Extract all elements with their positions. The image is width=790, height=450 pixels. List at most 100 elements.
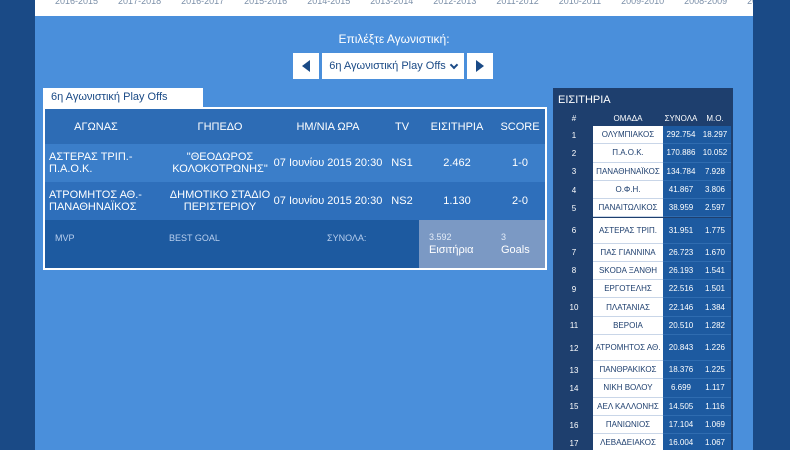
ticket-rank: 14 xyxy=(555,379,593,398)
ticket-avg: 7.928 xyxy=(699,162,731,181)
ticket-row: 13 ΠΑΝΘΡΑΚΙΚΟΣ 18.376 1.225 xyxy=(555,361,731,380)
match-score: 1-0 xyxy=(512,157,528,169)
season-link[interactable]: 2016-2017 xyxy=(181,0,224,6)
ticket-row: 14 ΝΙΚΗ ΒΟΛΟΥ 6.699 1.117 xyxy=(555,379,731,398)
ticket-rank: 4 xyxy=(555,180,593,200)
ticket-rank: 7 xyxy=(555,243,593,262)
next-round-button[interactable] xyxy=(467,53,493,79)
ticket-row: 9 ΕΡΓΟΤΕΛΗΣ 22.516 1.501 xyxy=(555,280,731,299)
ticket-team: ΑΣΤΕΡΑΣ ΤΡΙΠ. xyxy=(593,217,663,244)
ticket-rank: 12 xyxy=(555,335,593,361)
mvp-label: MVP xyxy=(55,233,75,243)
round-tab[interactable]: 6η Αγωνιστική Play Offs xyxy=(43,88,203,107)
ticket-avg: 1.225 xyxy=(699,361,731,380)
match-datetime: 07 Ιουνίου 2015 20:30 xyxy=(273,195,383,207)
round-dropdown[interactable]: 6η Αγωνιστική Play Offs xyxy=(322,53,464,79)
matches-footer-row: MVP BEST GOAL ΣΥΝΟΛΑ: 3.592 Εισιτήρια 3 … xyxy=(45,220,545,268)
ticket-avg: 1.067 xyxy=(699,434,731,450)
season-link[interactable]: 2012-2013 xyxy=(433,0,476,6)
ticket-total: 17.104 xyxy=(663,415,699,435)
ticket-team: ΠΑΝΘΡΑΚΙΚΟΣ xyxy=(593,361,663,380)
ticket-rank: 5 xyxy=(555,199,593,218)
ticket-row: 16 ΠΑΝΙΩΝΙΟΣ 17.104 1.069 xyxy=(555,415,731,435)
ticket-rank: 10 xyxy=(555,298,593,317)
ticket-total: 16.004 xyxy=(663,434,699,450)
arrow-left-icon xyxy=(302,60,310,72)
ticket-team: ΕΡΓΟΤΕΛΗΣ xyxy=(593,280,663,299)
tickets-table: ΕΙΣΙΤΗΡΙΑ # ΟΜΑΔΑ ΣΥΝΟΛΑ Μ.Ο. 1 ΟΛΥΜΠΙΑΚΟ… xyxy=(553,88,733,450)
ticket-total: 6.699 xyxy=(663,379,699,398)
season-links: 2016-2015 2017-2018 2016-2017 2015-2016 … xyxy=(35,0,753,6)
ticket-team: ΟΛΥΜΠΙΑΚΟΣ xyxy=(593,126,663,145)
ticket-row: 11 ΒΕΡΟΙΑ 20.510 1.282 xyxy=(555,316,731,335)
match-row[interactable]: ΑΣΤΕΡΑΣ ΤΡΙΠ.- Π.Α.Ο.Κ. "ΘΕΟΔΩΡΟΣ ΚΟΛΟΚΟ… xyxy=(45,144,545,182)
header-tv: TV xyxy=(394,120,410,133)
ticket-team: Π.Α.Ο.Κ. xyxy=(593,144,663,163)
season-link[interactable]: 2009-2010 xyxy=(621,0,664,6)
ticket-rank: 17 xyxy=(555,434,593,450)
prev-round-button[interactable] xyxy=(293,53,319,79)
ticket-rank: 3 xyxy=(555,162,593,181)
best-goal-label: BEST GOAL xyxy=(169,233,220,243)
ticket-total: 26.193 xyxy=(663,261,699,281)
ticket-total: 41.867 xyxy=(663,180,699,200)
header-team: ΟΜΑΔΑ xyxy=(613,113,643,123)
season-link[interactable]: 2007-2008 xyxy=(747,0,753,6)
ticket-avg: 10.052 xyxy=(699,144,731,163)
season-link[interactable]: 2015-2016 xyxy=(244,0,287,6)
ticket-team: ΠΑΝΑΙΤΩΛΙΚΟΣ xyxy=(593,199,663,218)
match-score: 2-0 xyxy=(512,195,528,207)
ticket-avg: 1.116 xyxy=(699,397,731,416)
ticket-avg: 2.597 xyxy=(699,199,731,218)
ticket-team: ΠΑΣ ΓΙΑΝΝΙΝΑ xyxy=(593,243,663,262)
ticket-team: ΑΕΛ ΚΑΛΛΟΝΗΣ xyxy=(593,397,663,416)
round-dropdown-value: 6η Αγωνιστική Play Offs xyxy=(329,60,446,72)
ticket-team: ΠΛΑΤΑΝΙΑΣ xyxy=(593,298,663,317)
ticket-avg: 18.297 xyxy=(699,126,731,145)
matches-table: ΑΓΩΝΑΣ ΓΗΠΕΔΟ ΗΜ/ΝΙΑ ΩΡΑ TV ΕΙΣΙΤΗΡΙΑ SC… xyxy=(43,107,547,270)
ticket-avg: 1.226 xyxy=(699,335,731,361)
ticket-rank: 6 xyxy=(555,217,593,244)
header-total: ΣΥΝΟΛΑ xyxy=(664,113,698,123)
match-tv: NS1 xyxy=(391,157,413,169)
ticket-team: ΝΙΚΗ ΒΟΛΟΥ xyxy=(593,379,663,398)
ticket-row: 15 ΑΕΛ ΚΑΛΛΟΝΗΣ 14.505 1.116 xyxy=(555,397,731,416)
ticket-row: 12 ΑΤΡΟΜΗΤΟΣ ΑΘ. 20.843 1.226 xyxy=(555,335,731,361)
tickets-header-row: # ΟΜΑΔΑ ΣΥΝΟΛΑ Μ.Ο. xyxy=(555,110,731,126)
ticket-rank: 2 xyxy=(555,144,593,163)
totals-box: 3.592 Εισιτήρια 3 Goals xyxy=(419,220,545,268)
ticket-rank: 13 xyxy=(555,361,593,380)
total-goals-value: 3 xyxy=(501,232,507,242)
ticket-row: 17 ΛΕΒΑΔΕΙΑΚΟΣ 16.004 1.067 xyxy=(555,434,731,450)
ticket-avg: 1.282 xyxy=(699,316,731,335)
ticket-team: SKODA ΞΑΝΘΗ xyxy=(593,261,663,281)
ticket-row: 3 ΠΑΝΑΘΗΝΑΪΚΟΣ 134.784 7.928 xyxy=(555,162,731,181)
tickets-title: ΕΙΣΙΤΗΡΙΑ xyxy=(555,90,731,110)
ticket-row: 7 ΠΑΣ ΓΙΑΝΝΙΝΑ 26.723 1.670 xyxy=(555,243,731,262)
header-match: ΑΓΩΝΑΣ xyxy=(74,120,118,133)
header-avg: Μ.Ο. xyxy=(706,113,724,123)
ticket-total: 26.723 xyxy=(663,243,699,262)
season-nav-strip: 2016-2015 2017-2018 2016-2017 2015-2016 … xyxy=(35,0,753,16)
season-link[interactable]: 2013-2014 xyxy=(370,0,413,6)
season-link[interactable]: 2014-2015 xyxy=(307,0,350,6)
ticket-total: 38.959 xyxy=(663,199,699,218)
ticket-team: ΛΕΒΑΔΕΙΑΚΟΣ xyxy=(593,434,663,450)
match-row[interactable]: ΑΤΡΟΜΗΤΟΣ ΑΘ.- ΠΑΝΑΘΗΝΑΪΚΟΣ ΔΗΜΟΤΙΚΟ ΣΤΑ… xyxy=(45,182,545,220)
season-link[interactable]: 2008-2009 xyxy=(684,0,727,6)
match-tickets: 2.462 xyxy=(443,157,471,169)
ticket-rank: 15 xyxy=(555,397,593,416)
season-link[interactable]: 2010-2011 xyxy=(559,0,601,6)
ticket-avg: 1.117 xyxy=(699,379,731,398)
season-link[interactable]: 2017-2018 xyxy=(118,0,161,6)
ticket-team: ΠΑΝΙΩΝΙΟΣ xyxy=(593,415,663,435)
ticket-total: 292.754 xyxy=(663,126,699,145)
header-rank: # xyxy=(571,113,577,123)
season-link[interactable]: 2016-2015 xyxy=(55,0,98,6)
ticket-total: 31.951 xyxy=(663,217,699,244)
ticket-team: ΒΕΡΟΙΑ xyxy=(593,316,663,335)
season-link[interactable]: 2011-2012 xyxy=(496,0,538,6)
arrow-right-icon xyxy=(476,60,484,72)
match-tv: NS2 xyxy=(391,195,413,207)
ticket-team: Ο.Φ.Η. xyxy=(593,180,663,200)
